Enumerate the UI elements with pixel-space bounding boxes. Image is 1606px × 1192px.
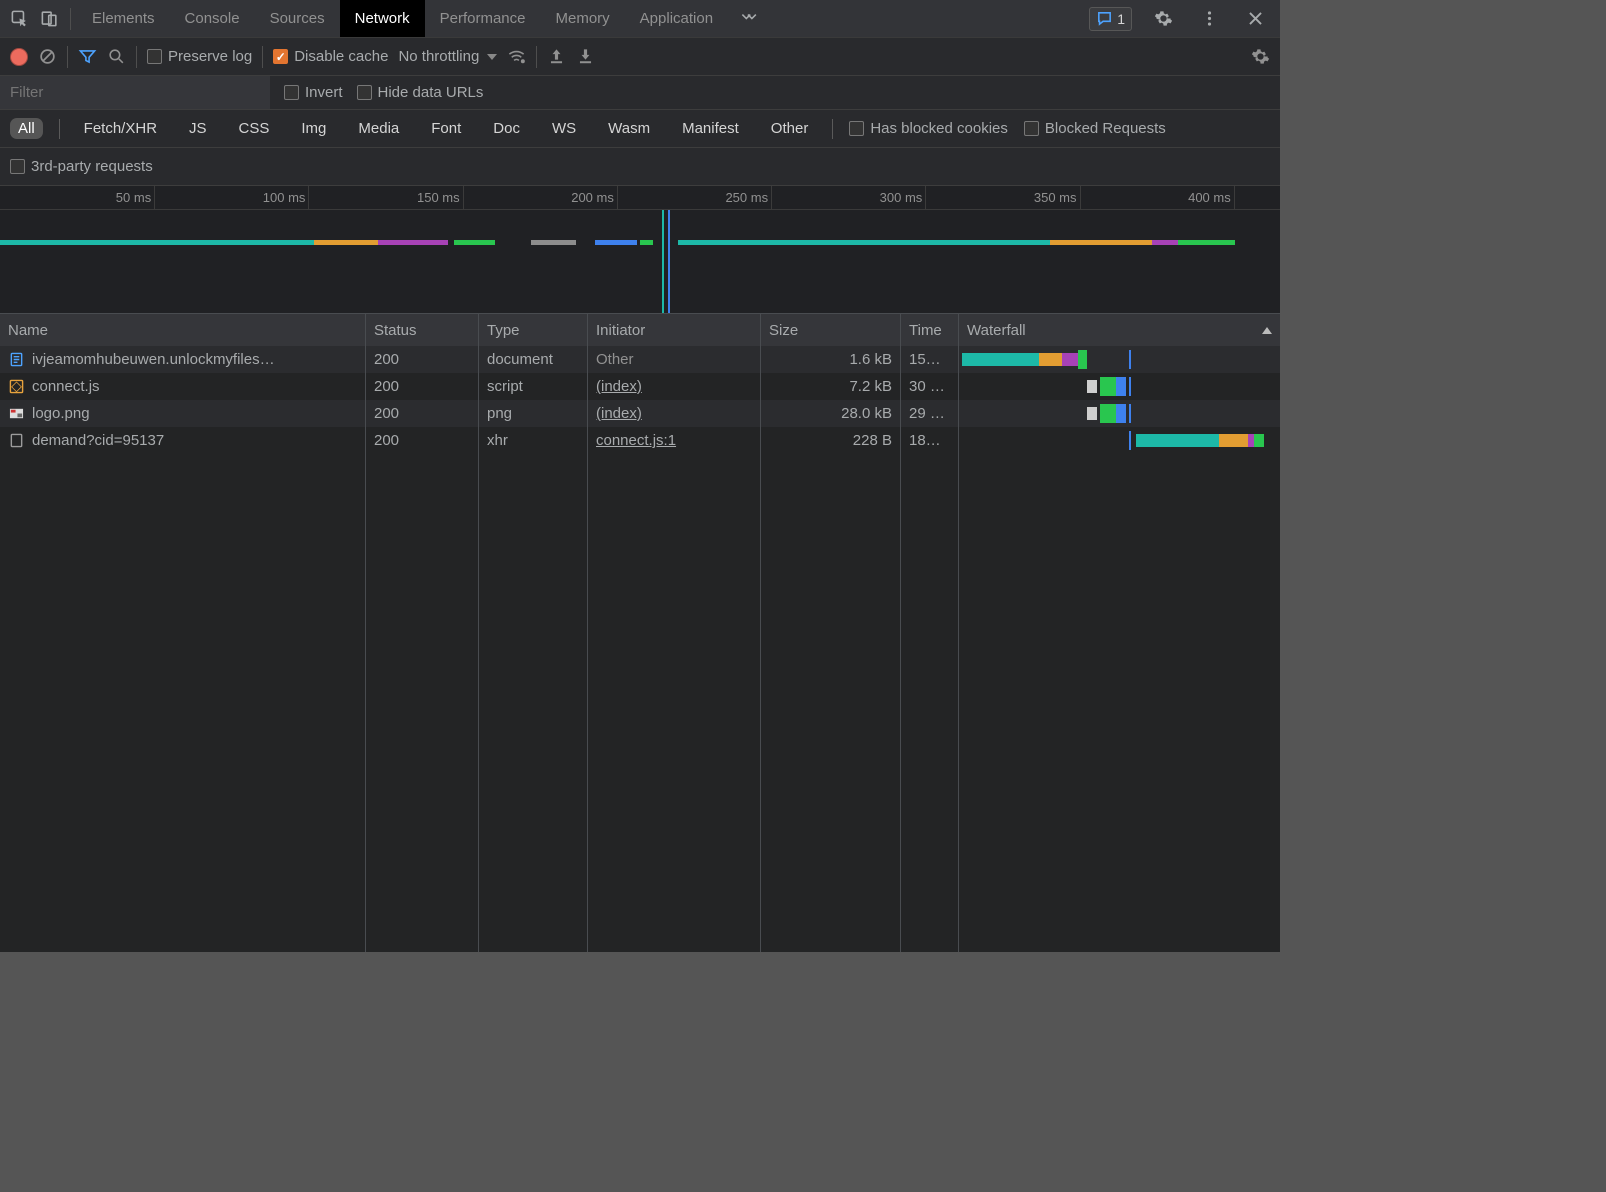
file-type-icon [8,352,24,368]
timeline-tick: 350 ms [1034,190,1077,205]
hide-data-urls-checkbox[interactable]: Hide data URLs [357,84,484,101]
table-header: Name Status Type Initiator Size Time Wat… [0,314,1280,346]
clear-icon[interactable] [38,47,57,66]
network-conditions-icon[interactable] [507,47,526,66]
tab-memory[interactable]: Memory [541,0,625,37]
devtools-tabbar: Elements Console Sources Network Perform… [0,0,1280,38]
panel-settings-gear-icon[interactable] [1251,47,1270,66]
network-table: Name Status Type Initiator Size Time Wat… [0,314,1280,952]
has-blocked-cookies-checkbox[interactable]: Has blocked cookies [849,120,1008,137]
more-tabs-icon[interactable] [728,0,770,37]
table-row[interactable]: demand?cid=95137200xhrconnect.js:1228 B1… [0,427,1280,454]
type-img[interactable]: Img [293,118,334,139]
col-time[interactable]: Time [901,314,959,346]
timeline-tick: 400 ms [1188,190,1231,205]
type-all[interactable]: All [10,118,43,139]
timeline-tick: 150 ms [417,190,460,205]
export-har-icon[interactable] [576,47,595,66]
timeline-tick: 100 ms [263,190,306,205]
col-size[interactable]: Size [761,314,901,346]
request-name: demand?cid=95137 [32,432,164,449]
invert-checkbox[interactable]: Invert [284,84,343,101]
disable-cache-label: Disable cache [294,48,388,65]
close-icon[interactable] [1240,9,1270,28]
network-toolbar: Preserve log Disable cache No throttling [0,38,1280,76]
devtools-window: Elements Console Sources Network Perform… [0,0,1280,952]
request-name: logo.png [32,405,90,422]
type-filter-bar: All Fetch/XHR JS CSS Img Media Font Doc … [0,110,1280,148]
col-waterfall[interactable]: Waterfall [959,314,1280,346]
filter-icon[interactable] [78,47,97,66]
disable-cache-checkbox[interactable]: Disable cache [273,48,388,65]
type-doc[interactable]: Doc [485,118,528,139]
filter-bar: Invert Hide data URLs [0,76,1280,110]
import-har-icon[interactable] [547,47,566,66]
type-media[interactable]: Media [350,118,407,139]
col-initiator[interactable]: Initiator [588,314,761,346]
timeline-tick: 200 ms [571,190,614,205]
kebab-menu-icon[interactable] [1194,9,1224,28]
tab-application[interactable]: Application [625,0,728,37]
tab-network[interactable]: Network [340,0,425,37]
tab-sources[interactable]: Sources [255,0,340,37]
type-other[interactable]: Other [763,118,817,139]
timeline-tick: 250 ms [725,190,768,205]
table-row[interactable]: logo.png200png(index)28.0 kB29 … [0,400,1280,427]
svg-text:◇: ◇ [11,379,22,393]
tab-performance[interactable]: Performance [425,0,541,37]
tab-elements[interactable]: Elements [77,0,170,37]
device-toggle-icon[interactable] [34,0,64,37]
inspect-icon[interactable] [4,0,34,37]
table-body: ivjeamomhubeuwen.unlockmyfiles…200docume… [0,346,1280,952]
filter-input[interactable] [0,76,270,109]
record-button[interactable] [10,48,28,66]
col-status[interactable]: Status [366,314,479,346]
table-row[interactable]: ivjeamomhubeuwen.unlockmyfiles…200docume… [0,346,1280,373]
type-manifest[interactable]: Manifest [674,118,747,139]
preserve-log-checkbox[interactable]: Preserve log [147,48,252,65]
request-name: ivjeamomhubeuwen.unlockmyfiles… [32,351,275,368]
request-name: connect.js [32,378,100,395]
search-icon[interactable] [107,47,126,66]
file-type-icon [8,433,24,449]
type-wasm[interactable]: Wasm [600,118,658,139]
file-type-icon [8,406,24,422]
third-party-checkbox[interactable]: 3rd-party requests [10,158,153,175]
preserve-log-label: Preserve log [168,48,252,65]
timeline-tick: 300 ms [880,190,923,205]
throttling-select[interactable]: No throttling [398,48,497,65]
blocked-requests-checkbox[interactable]: Blocked Requests [1024,120,1166,137]
file-type-icon: ◇ [8,379,24,395]
third-party-bar: 3rd-party requests [0,148,1280,186]
type-font[interactable]: Font [423,118,469,139]
type-ws[interactable]: WS [544,118,584,139]
type-js[interactable]: JS [181,118,215,139]
sort-asc-icon [1262,327,1272,334]
type-fetchxhr[interactable]: Fetch/XHR [76,118,165,139]
tab-console[interactable]: Console [170,0,255,37]
timeline-tick: 50 ms [116,190,151,205]
console-message-badge[interactable]: 1 [1089,7,1132,31]
settings-gear-icon[interactable] [1148,9,1178,28]
type-css[interactable]: CSS [231,118,278,139]
table-row[interactable]: ◇connect.js200script(index)7.2 kB30 … [0,373,1280,400]
col-name[interactable]: Name [0,314,366,346]
col-type[interactable]: Type [479,314,588,346]
message-count: 1 [1117,11,1125,27]
timeline-overview[interactable]: 50 ms 100 ms 150 ms 200 ms 250 ms 300 ms 350 m… [0,186,1280,314]
